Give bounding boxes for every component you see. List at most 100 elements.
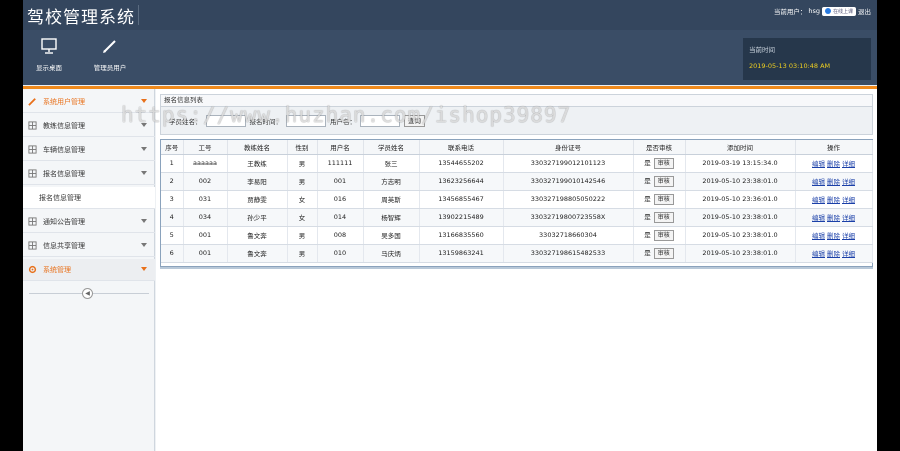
column-header: 身份证号 (503, 140, 634, 155)
table-cell: 2 (161, 172, 184, 191)
table-cell: 13623256644 (419, 172, 504, 191)
table-cell: 13544655202 (419, 154, 504, 173)
sidebar-item-registration-info[interactable]: 报名信息管理 (23, 163, 155, 185)
actions-cell: 编辑 删除 详细 (795, 172, 873, 191)
review-button[interactable]: 审核 (653, 248, 674, 259)
edit-link[interactable]: 编辑 (812, 196, 825, 204)
sidebar-item-label: 教练信息管理 (43, 121, 85, 130)
table-cell: 鲁文奔 (227, 226, 288, 245)
table-cell: 2019-05-10 23:38:01.0 (685, 226, 796, 245)
sidebar-subitem-registration[interactable]: 报名信息管理 (23, 187, 155, 209)
panel-title: 报名信息列表 (160, 94, 873, 107)
sidebar-item-label: 报名信息管理 (43, 169, 85, 178)
table-cell: 33032719800723558X (503, 208, 634, 227)
delete-link[interactable]: 删除 (827, 250, 840, 258)
delete-link[interactable]: 删除 (827, 214, 840, 222)
status-chip[interactable]: 在线上课 (821, 6, 856, 16)
actions-cell: 编辑 删除 详细 (795, 208, 873, 227)
detail-link[interactable]: 详细 (842, 160, 855, 168)
sidebar: 系统用户管理 教练信息管理 车辆信息管理 报名信息管理 报名信息管理 通知公告管… (23, 89, 155, 451)
time-label: 当前时间 (749, 46, 775, 54)
table-cell: 张三 (363, 154, 420, 173)
toolbar: 显示桌面 管理员用户 当前时间 2019-05-13 03:10:48 AM (23, 30, 877, 85)
sidebar-item-label: 信息共享管理 (43, 241, 85, 250)
search-button[interactable]: 查询 (404, 114, 425, 127)
review-status: 是 (644, 213, 651, 221)
table-row: 4 034 孙少平女 014 杨智辉 13902215489 330327198007235… (161, 208, 873, 227)
table-cell: 330327198805050222 (503, 190, 634, 209)
edit-link[interactable]: 编辑 (812, 232, 825, 240)
table-cell: 女 (287, 190, 318, 209)
table-header-row: 序号 工号 教练姓名 性别 用户名 学员姓名 联系电话 身份证号 是否审核 添加时间 操作 (161, 140, 873, 155)
column-header: 工号 (183, 140, 228, 155)
actions-cell: 编辑 删除 详细 (795, 154, 873, 173)
register-time-input[interactable] (286, 114, 326, 127)
student-name-input[interactable] (205, 114, 246, 127)
table-row: 6 001 鲁文奔男 010 马庆炳 13159863241 330327198615482… (161, 244, 873, 263)
sidebar-subitem-label: 报名信息管理 (39, 193, 81, 202)
table-cell: 是审核 (633, 172, 686, 191)
table-row: 3 031 贾静雯女 016 周英斯 13456855467 330327198805050… (161, 190, 873, 209)
table-cell: 方志明 (363, 172, 420, 191)
table-cell: 034 (183, 208, 228, 227)
table-cell: 吴多国 (363, 226, 420, 245)
delete-link[interactable]: 删除 (827, 196, 840, 204)
table-row: 2 002 李易阳男 001 方志明 13623256644 330327199010142… (161, 172, 873, 191)
detail-link[interactable]: 详细 (842, 178, 855, 186)
review-button[interactable]: 审核 (653, 158, 674, 169)
table-cell: 002 (183, 172, 228, 191)
table-cell: 13166835560 (419, 226, 504, 245)
search-label-time: 报名时间： (249, 117, 283, 126)
edit-link[interactable]: 编辑 (812, 160, 825, 168)
edit-link[interactable]: 编辑 (812, 214, 825, 222)
chevron-down-icon (141, 99, 147, 103)
sidebar-item-info-share[interactable]: 信息共享管理 (23, 235, 155, 257)
sidebar-item-label: 车辆信息管理 (43, 145, 85, 154)
edit-link[interactable]: 编辑 (812, 250, 825, 258)
review-button[interactable]: 审核 (653, 212, 674, 223)
table-cell: 是审核 (633, 208, 686, 227)
grid-icon (27, 145, 37, 155)
table-cell: 010 (317, 244, 364, 263)
show-desktop-button[interactable]: 显示桌面 (31, 36, 67, 72)
table-cell: 330327199010142546 (503, 172, 634, 191)
detail-link[interactable]: 详细 (842, 232, 855, 240)
detail-link[interactable]: 详细 (842, 214, 855, 222)
table-body: 1 aaaaaa 王教练男 111111 张三 13544655202 3303271990… (161, 154, 873, 263)
review-status: 是 (644, 231, 651, 239)
sidebar-item-vehicle-info[interactable]: 车辆信息管理 (23, 139, 155, 161)
table-cell: 男 (287, 244, 318, 263)
column-header: 添加时间 (685, 140, 796, 155)
table-cell: 6 (161, 244, 184, 263)
detail-link[interactable]: 详细 (842, 250, 855, 258)
sidebar-item-system-users[interactable]: 系统用户管理 (23, 91, 155, 113)
review-button[interactable]: 审核 (653, 176, 674, 187)
sidebar-item-coach-info[interactable]: 教练信息管理 (23, 115, 155, 137)
actions-cell: 编辑 删除 详细 (795, 226, 873, 245)
column-header: 序号 (161, 140, 184, 155)
pencil-icon (27, 97, 37, 107)
logout-link[interactable]: 退出 (858, 6, 871, 16)
main-content: 报名信息列表 学员姓名： 报名时间： 用户名： 查询 序号 工号 教练姓名 性别 用户名… (156, 89, 877, 451)
admin-user-button[interactable]: 管理员用户 (87, 36, 133, 72)
username-input[interactable] (360, 114, 400, 127)
sidebar-item-notices[interactable]: 通知公告管理 (23, 211, 155, 233)
column-header: 用户名 (317, 140, 364, 155)
sidebar-item-system-manage[interactable]: 系统管理 (23, 259, 155, 281)
table-cell: 13902215489 (419, 208, 504, 227)
delete-link[interactable]: 删除 (827, 178, 840, 186)
delete-link[interactable]: 删除 (827, 232, 840, 240)
table-cell: 2019-05-10 23:38:01.0 (685, 208, 796, 227)
detail-link[interactable]: 详细 (842, 196, 855, 204)
review-button[interactable]: 审核 (653, 194, 674, 205)
edit-link[interactable]: 编辑 (812, 178, 825, 186)
table-cell: 贾静雯 (227, 190, 288, 209)
table-cell: 男 (287, 154, 318, 173)
table-cell: 鲁文奔 (227, 244, 288, 263)
chevron-down-icon (141, 123, 147, 127)
table-cell: aaaaaa (183, 154, 228, 173)
delete-link[interactable]: 删除 (827, 160, 840, 168)
collapse-sidebar-button[interactable]: ◀ (82, 288, 93, 299)
table-cell: 2019-05-10 23:38:01.0 (685, 244, 796, 263)
review-button[interactable]: 审核 (653, 230, 674, 241)
